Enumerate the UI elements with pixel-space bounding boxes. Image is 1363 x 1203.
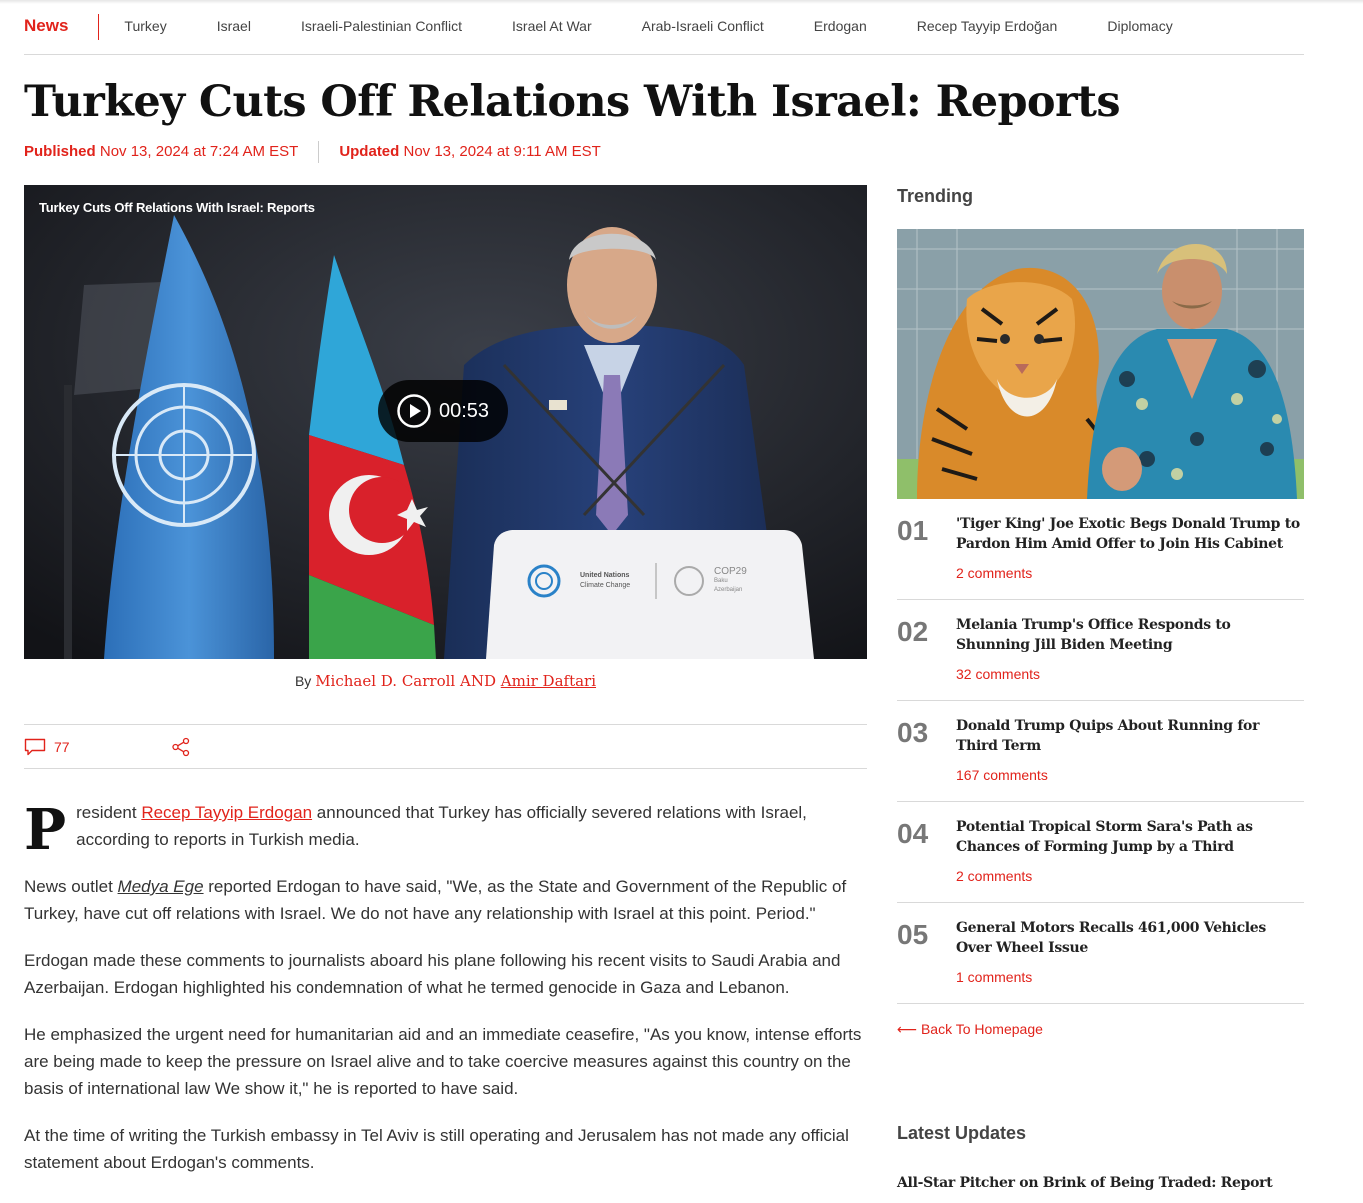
video-player[interactable]: United Nations Climate Change COP29 Baku…	[24, 185, 867, 659]
share-icon[interactable]	[171, 737, 191, 757]
podium-cop-sub-2: Azerbaijan	[714, 587, 743, 593]
nav-brand-news[interactable]: News	[24, 14, 100, 40]
trending-title[interactable]: Melania Trump's Office Responds to Shunn…	[956, 615, 1301, 655]
topic-nav: News Turkey Israel Israeli-Palestinian C…	[24, 14, 1304, 55]
paragraph-1: President Recep Tayyip Erdogan announced…	[24, 797, 867, 863]
trending-item[interactable]: 04 Potential Tropical Storm Sara's Path …	[897, 802, 1304, 903]
paragraph-5: At the time of writing the Turkish embas…	[24, 1126, 849, 1172]
trending-rank: 04	[897, 818, 929, 849]
author-link-2[interactable]: Amir Daftari	[501, 672, 596, 690]
nav-item-erdogan[interactable]: Erdogan	[814, 14, 867, 38]
nav-item-israeli-palestinian-conflict[interactable]: Israeli-Palestinian Conflict	[301, 14, 462, 38]
byline: By Michael D. Carroll AND Amir Daftari	[24, 672, 867, 690]
trending-title[interactable]: Potential Tropical Storm Sara's Path as …	[956, 817, 1301, 857]
podium-cop-sub-1: Baku	[714, 578, 728, 584]
video-title: Turkey Cuts Off Relations With Israel: R…	[39, 200, 315, 215]
trending-hero-image[interactable]	[897, 229, 1304, 499]
podium-cop-text: COP29 Baku Azerbaijan	[714, 566, 747, 595]
medya-ege-link[interactable]: Medya Ege	[118, 877, 204, 896]
author-link-1[interactable]: Michael D. Carroll	[315, 672, 455, 690]
nav-item-turkey[interactable]: Turkey	[124, 14, 166, 38]
published-date: Nov 13, 2024 at 7:24 AM EST	[99, 143, 299, 160]
trending-title[interactable]: 'Tiger King' Joe Exotic Begs Donald Trum…	[956, 514, 1301, 554]
p1-text-a: resident	[76, 803, 142, 822]
engagement-bar: 77	[24, 724, 867, 769]
trending-heading: Trending	[897, 186, 973, 206]
play-icon	[397, 394, 431, 428]
tiger-king-photo	[897, 229, 1304, 499]
trending-comments[interactable]: 167 comments	[956, 767, 1048, 783]
updated-date: Nov 13, 2024 at 9:11 AM EST	[403, 143, 601, 160]
podium-cop-label: COP29	[714, 566, 747, 577]
trending-rank: 03	[897, 717, 929, 748]
video-duration: 00:53	[439, 399, 490, 422]
paragraph-2: News outlet Medya Ege reported Erdogan t…	[24, 873, 867, 927]
trending-list: 01 'Tiger King' Joe Exotic Begs Donald T…	[897, 499, 1304, 1004]
trending-comments[interactable]: 32 comments	[956, 666, 1040, 682]
updated-label: Updated	[339, 143, 400, 160]
nav-item-diplomacy[interactable]: Diplomacy	[1107, 14, 1172, 38]
nav-item-arab-israeli-conflict[interactable]: Arab-Israeli Conflict	[642, 14, 764, 38]
article-headline: Turkey Cuts Off Relations With Israel: R…	[24, 77, 1121, 127]
latest-update-item[interactable]: All-Star Pitcher on Brink of Being Trade…	[897, 1175, 1273, 1191]
article-body: President Recep Tayyip Erdogan announced…	[24, 799, 867, 1196]
trending-title[interactable]: General Motors Recalls 461,000 Vehicles …	[956, 918, 1301, 958]
nav-item-recep-tayyip-erdogan[interactable]: Recep Tayyip Erdoğan	[917, 14, 1058, 38]
published-label: Published	[24, 143, 96, 160]
trending-title[interactable]: Donald Trump Quips About Running for Thi…	[956, 716, 1301, 756]
comment-count[interactable]: 77	[54, 739, 70, 755]
back-to-homepage-link[interactable]: ⟵ Back To Homepage	[897, 1021, 1043, 1038]
trending-comments[interactable]: 2 comments	[956, 868, 1032, 884]
trending-item[interactable]: 05 General Motors Recalls 461,000 Vehicl…	[897, 903, 1304, 1004]
article-dates: Published Nov 13, 2024 at 7:24 AM EST Up…	[24, 141, 601, 163]
latest-updates-heading: Latest Updates	[897, 1123, 1027, 1143]
paragraph-3: Erdogan made these comments to journalis…	[24, 951, 841, 997]
trending-comments[interactable]: 1 comments	[956, 969, 1032, 985]
top-shadow	[0, 0, 1363, 4]
trending-comments[interactable]: 2 comments	[956, 565, 1032, 581]
video-play-button[interactable]: 00:53	[378, 380, 508, 442]
paragraph-4: He emphasized the urgent need for humani…	[24, 1025, 862, 1098]
erdogan-link[interactable]: Recep Tayyip Erdogan	[141, 803, 312, 822]
comment-icon[interactable]	[24, 738, 46, 756]
trending-rank: 05	[897, 919, 929, 950]
author-joiner: AND	[460, 672, 496, 690]
trending-item[interactable]: 02 Melania Trump's Office Responds to Sh…	[897, 600, 1304, 701]
nav-item-israel[interactable]: Israel	[217, 14, 251, 38]
drop-cap: P	[24, 797, 67, 863]
byline-prefix: By	[294, 673, 312, 689]
trending-rank: 02	[897, 616, 929, 647]
nav-item-israel-at-war[interactable]: Israel At War	[512, 14, 592, 38]
trending-item[interactable]: 03 Donald Trump Quips About Running for …	[897, 701, 1304, 802]
trending-item[interactable]: 01 'Tiger King' Joe Exotic Begs Donald T…	[897, 499, 1304, 600]
trending-rank: 01	[897, 515, 929, 546]
p2-text-a: News outlet	[24, 877, 118, 896]
nav-topic-list: Turkey Israel Israeli-Palestinian Confli…	[124, 14, 1222, 38]
podium-un-line-2: Climate Change	[580, 582, 631, 589]
podium-un-text: United Nations Climate Change	[580, 571, 630, 591]
podium-un-line-1: United Nations	[580, 572, 630, 579]
dates-divider	[318, 141, 320, 163]
